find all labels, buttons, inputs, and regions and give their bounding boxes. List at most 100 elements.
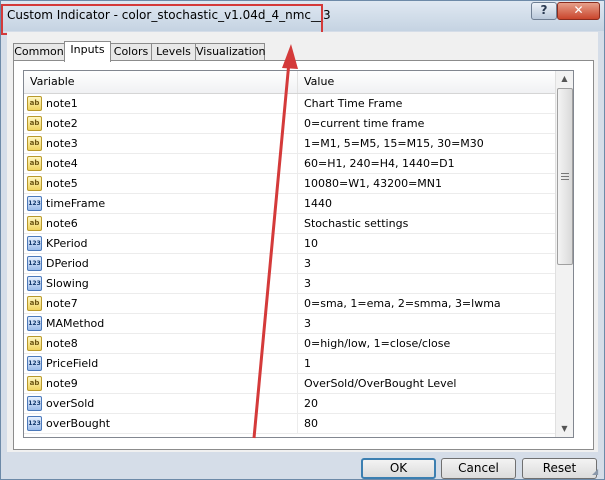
variable-cell: ab note4	[24, 154, 298, 173]
tab-visualization[interactable]: Visualization	[195, 43, 265, 61]
scrollbar-thumb[interactable]	[557, 88, 573, 265]
numeric-type-icon: 123	[27, 396, 42, 411]
ok-button[interactable]: OK	[361, 458, 436, 479]
table-row[interactable]: ab note7 0=sma, 1=ema, 2=smma, 3=lwma	[24, 294, 573, 314]
variable-cell: 123 timeFrame	[24, 194, 298, 213]
variable-name: MAMethod	[46, 317, 105, 330]
value-cell[interactable]: 80	[304, 414, 318, 433]
numeric-type-icon: 123	[27, 256, 42, 271]
variable-name: note7	[46, 297, 78, 310]
variable-cell: ab note2	[24, 114, 298, 133]
table-row[interactable]: 123 MAMethod 3	[24, 314, 573, 334]
value-cell[interactable]: 20	[304, 394, 318, 413]
variable-cell: ab note6	[24, 214, 298, 233]
variable-name: KPeriod	[46, 237, 88, 250]
variable-cell: ab note5	[24, 174, 298, 193]
tab-inputs[interactable]: Inputs	[64, 41, 111, 62]
variable-cell: 123 DPeriod	[24, 254, 298, 273]
value-cell[interactable]: 1440	[304, 194, 332, 213]
variable-name: overBought	[46, 417, 111, 430]
variable-name: note6	[46, 217, 78, 230]
value-cell[interactable]: 1=M1, 5=M5, 15=M15, 30=M30	[304, 134, 484, 153]
variable-cell: ab note3	[24, 134, 298, 153]
value-cell[interactable]: 10080=W1, 43200=MN1	[304, 174, 442, 193]
variable-name: note1	[46, 97, 78, 110]
value-cell[interactable]: 0=high/low, 1=close/close	[304, 334, 450, 353]
scroll-up-arrow-icon[interactable]: ▲	[557, 71, 572, 87]
string-type-icon: ab	[27, 96, 42, 111]
table-row[interactable]: 123 DPeriod 3	[24, 254, 573, 274]
variable-cell: 123 PriceField	[24, 354, 298, 373]
table-row[interactable]: ab note9 OverSold/OverBought Level	[24, 374, 573, 394]
value-cell[interactable]: 1	[304, 354, 311, 373]
table-row[interactable]: 123 timeFrame 1440	[24, 194, 573, 214]
table-row[interactable]: ab note3 1=M1, 5=M5, 15=M15, 30=M30	[24, 134, 573, 154]
variable-cell: ab note9	[24, 374, 298, 393]
table-row[interactable]: ab note8 0=high/low, 1=close/close	[24, 334, 573, 354]
value-cell[interactable]: Chart Time Frame	[304, 94, 402, 113]
table-row[interactable]: 123 PriceField 1	[24, 354, 573, 374]
value-cell[interactable]: 3	[304, 314, 311, 333]
table-row[interactable]: 123 KPeriod 10	[24, 234, 573, 254]
value-cell[interactable]: 60=H1, 240=H4, 1440=D1	[304, 154, 455, 173]
help-button[interactable]: ?	[531, 2, 557, 20]
numeric-type-icon: 123	[27, 236, 42, 251]
inputs-grid: Variable Value ab note1 Chart Time Frame ab…	[23, 70, 574, 438]
variable-name: note3	[46, 137, 78, 150]
value-cell[interactable]: 0=sma, 1=ema, 2=smma, 3=lwma	[304, 294, 501, 313]
title-highlight-annotation	[1, 4, 323, 35]
table-row[interactable]: ab note1 Chart Time Frame	[24, 94, 573, 114]
tab-levels[interactable]: Levels	[151, 43, 196, 61]
variable-name: note4	[46, 157, 78, 170]
variable-cell: 123 KPeriod	[24, 234, 298, 253]
variable-name: timeFrame	[46, 197, 106, 210]
value-cell[interactable]: OverSold/OverBought Level	[304, 374, 456, 393]
variable-name: PriceField	[46, 357, 99, 370]
string-type-icon: ab	[27, 296, 42, 311]
numeric-type-icon: 123	[27, 356, 42, 371]
cancel-button[interactable]: Cancel	[441, 458, 516, 479]
numeric-type-icon: 123	[27, 196, 42, 211]
table-row[interactable]: 123 overSold 20	[24, 394, 573, 414]
value-cell[interactable]: 3	[304, 274, 311, 293]
close-button[interactable]: ✕	[557, 2, 600, 20]
table-row[interactable]: 123 Slowing 3	[24, 274, 573, 294]
table-row[interactable]: ab note5 10080=W1, 43200=MN1	[24, 174, 573, 194]
value-cell[interactable]: 10	[304, 234, 318, 253]
variable-cell: 123 overSold	[24, 394, 298, 413]
custom-indicator-dialog: Custom Indicator - color_stochastic_v1.0…	[0, 0, 605, 480]
reset-button[interactable]: Reset	[522, 458, 597, 479]
column-header-variable[interactable]: Variable	[24, 71, 298, 93]
table-row[interactable]: ab note4 60=H1, 240=H4, 1440=D1	[24, 154, 573, 174]
dialog-client-area: Common Inputs Colors Levels Visualizatio…	[7, 32, 598, 452]
variable-cell: 123 overBought	[24, 414, 298, 433]
string-type-icon: ab	[27, 136, 42, 151]
variable-cell: 123 MAMethod	[24, 314, 298, 333]
variable-cell: 123 Slowing	[24, 274, 298, 293]
table-row[interactable]: ab note6 Stochastic settings	[24, 214, 573, 234]
variable-name: note8	[46, 337, 78, 350]
string-type-icon: ab	[27, 376, 42, 391]
variable-name: note2	[46, 117, 78, 130]
grid-header: Variable Value	[24, 71, 573, 94]
tab-colors[interactable]: Colors	[110, 43, 152, 61]
value-cell[interactable]: Stochastic settings	[304, 214, 408, 233]
variable-name: note9	[46, 377, 78, 390]
table-row[interactable]: 123 overBought 80	[24, 414, 573, 434]
vertical-scrollbar[interactable]: ▲ ▼	[555, 71, 573, 437]
variable-name: overSold	[46, 397, 95, 410]
variable-name: DPeriod	[46, 257, 89, 270]
string-type-icon: ab	[27, 176, 42, 191]
column-header-value[interactable]: Value	[298, 71, 573, 93]
scroll-down-arrow-icon[interactable]: ▼	[557, 421, 572, 437]
string-type-icon: ab	[27, 156, 42, 171]
value-cell[interactable]: 3	[304, 254, 311, 273]
table-row[interactable]: ab note2 0=current time frame	[24, 114, 573, 134]
tab-common[interactable]: Common	[13, 43, 65, 61]
numeric-type-icon: 123	[27, 316, 42, 331]
resize-grip-icon[interactable]: ◢	[592, 467, 602, 477]
variable-cell: ab note7	[24, 294, 298, 313]
value-cell[interactable]: 0=current time frame	[304, 114, 424, 133]
variable-cell: ab note1	[24, 94, 298, 113]
variable-name: note5	[46, 177, 78, 190]
